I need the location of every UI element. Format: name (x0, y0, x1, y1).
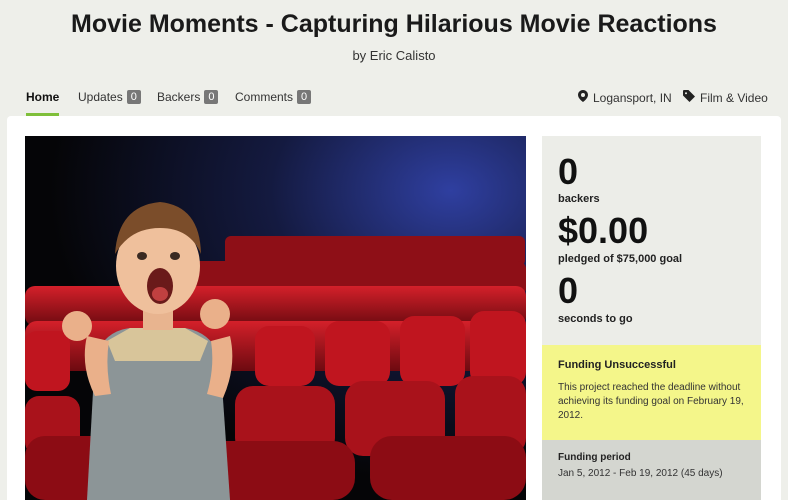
time-remaining-label: seconds to go (558, 313, 633, 325)
pledged-label: pledged of $75,000 goal (558, 253, 683, 265)
video-thumbnail (25, 136, 526, 500)
stats-panel: 0 backers $0.00 pledged of $75,000 goal … (542, 136, 761, 345)
pledged-amount: $0.00 (558, 210, 649, 251)
map-pin-icon (578, 90, 588, 105)
tab-backers[interactable]: Backers 0 (157, 90, 219, 116)
backers-count-badge: 0 (204, 90, 219, 104)
funding-period-box: Funding period Jan 5, 2012 - Feb 19, 201… (542, 440, 761, 500)
tab-backers-label: Backers (157, 90, 201, 104)
funding-status-message: This project reached the deadline withou… (558, 382, 744, 421)
tab-home-label: Home (26, 90, 60, 104)
funding-period-range: Jan 5, 2012 - Feb 19, 2012 (45 days) (558, 468, 723, 479)
project-title: Movie Moments - Capturing Hilarious Movi… (71, 10, 717, 38)
tag-icon (683, 90, 695, 105)
category-label: Film & Video (700, 90, 768, 105)
funding-period-heading: Funding period (558, 452, 631, 463)
funding-status-heading: Funding Unsuccessful (558, 359, 676, 371)
project-byline: by Eric Calisto (352, 48, 436, 63)
project-nav: Home Updates 0 Backers 0 Comments 0 Loga… (0, 90, 788, 116)
tab-updates-label: Updates (78, 90, 123, 104)
tab-updates[interactable]: Updates 0 (78, 90, 141, 116)
updates-count-badge: 0 (126, 90, 141, 104)
time-remaining: 0 (558, 270, 579, 311)
comments-count-badge: 0 (297, 90, 312, 104)
backers-label: backers (558, 193, 600, 205)
tab-home[interactable]: Home (26, 90, 59, 116)
location-link[interactable]: Logansport, IN (578, 90, 672, 105)
location-label: Logansport, IN (593, 90, 672, 105)
backers-count: 0 (558, 151, 579, 192)
project-video[interactable] (25, 136, 526, 500)
tab-comments[interactable]: Comments 0 (235, 90, 312, 116)
category-link[interactable]: Film & Video (683, 90, 768, 105)
tab-comments-label: Comments (235, 90, 294, 104)
funding-status-box: Funding Unsuccessful This project reache… (542, 345, 761, 440)
